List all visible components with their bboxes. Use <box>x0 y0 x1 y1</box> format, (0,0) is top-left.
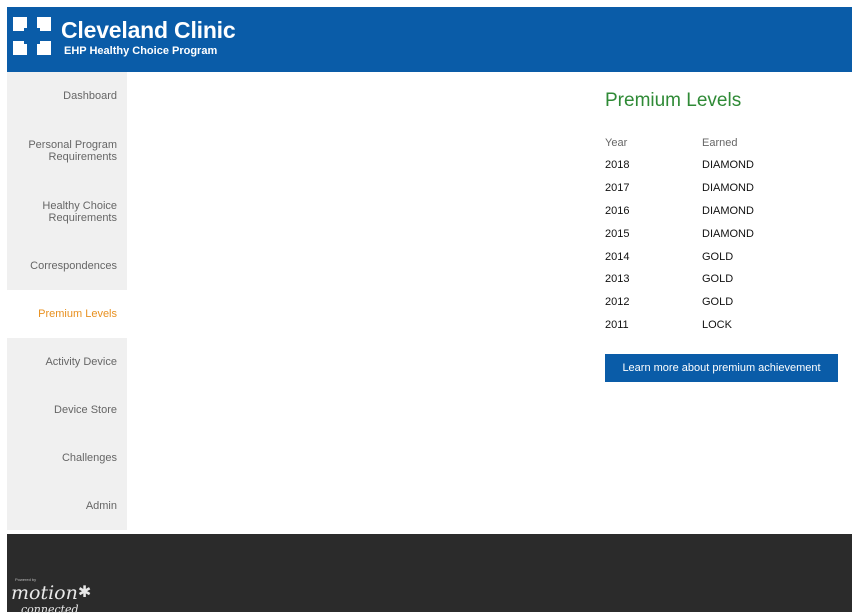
sidebar-item-label-line: Requirements <box>48 211 117 224</box>
motion-connected-logo[interactable]: motion✱ <box>11 582 91 604</box>
footer-logo-text: motion <box>11 582 78 604</box>
column-header-year: Year <box>605 137 628 149</box>
sidebar-item-label-line: Requirements <box>48 150 117 163</box>
brand-name[interactable]: Cleveland Clinic <box>61 17 236 44</box>
earned-cell: GOLD <box>702 296 734 309</box>
earned-cell: DIAMOND <box>702 159 754 172</box>
sidebar-item-admin[interactable]: Admin <box>7 482 127 530</box>
table-header-row: Year Earned <box>605 137 754 154</box>
earned-cell: GOLD <box>702 273 734 286</box>
sidebar-item-label-line: Healthy Choice <box>42 199 117 212</box>
site-footer: Powered by motion✱ connected <box>7 534 852 616</box>
table-row: 2012 GOLD <box>605 291 754 314</box>
earned-cell: DIAMOND <box>702 227 754 240</box>
sidebar-item-challenges[interactable]: Challenges <box>7 434 127 482</box>
sidebar-nav: Dashboard Personal Program Requirements … <box>7 72 127 530</box>
footer-logo-sub: connected <box>21 603 79 616</box>
table-row: 2014 GOLD <box>605 245 754 268</box>
cleveland-clinic-logo-icon <box>13 17 51 55</box>
sidebar-item-device-store[interactable]: Device Store <box>7 386 127 434</box>
table-row: 2017 DIAMOND <box>605 177 754 200</box>
sidebar-item-activity-device[interactable]: Activity Device <box>7 338 127 386</box>
column-header-earned: Earned <box>702 137 738 149</box>
sidebar-item-label: Activity Device <box>45 356 117 368</box>
table-row: 2018 DIAMOND <box>605 154 754 177</box>
sidebar-item-label: Challenges <box>61 452 117 464</box>
sidebar-item-label-line: Personal Program <box>28 138 117 151</box>
earned-cell: GOLD <box>702 250 734 263</box>
table-row: 2015 DIAMOND <box>605 222 754 245</box>
sidebar-item-label: Admin <box>85 500 117 512</box>
sidebar-item-label: Correspondences <box>30 260 117 272</box>
sidebar-item-label: Dashboard <box>63 90 117 102</box>
table-row: 2016 DIAMOND <box>605 200 754 223</box>
year-cell: 2018 <box>605 159 630 172</box>
site-header: Cleveland Clinic EHP Healthy Choice Prog… <box>7 7 852 72</box>
program-name: EHP Healthy Choice Program <box>64 45 218 57</box>
year-cell: 2012 <box>605 296 630 309</box>
year-cell: 2014 <box>605 250 630 263</box>
earned-cell: LOCK <box>702 318 732 331</box>
year-cell: 2013 <box>605 273 630 286</box>
sidebar-item-dashboard[interactable]: Dashboard <box>7 72 127 120</box>
year-cell: 2015 <box>605 227 630 240</box>
year-cell: 2017 <box>605 182 630 195</box>
year-cell: 2011 <box>605 318 629 331</box>
earned-cell: DIAMOND <box>702 204 754 217</box>
page-title: Premium Levels <box>605 90 742 111</box>
table-row: 2011 LOCK <box>605 314 754 337</box>
earned-cell: DIAMOND <box>702 182 754 195</box>
learn-more-button[interactable]: Learn more about premium achievement <box>605 354 838 382</box>
table-row: 2013 GOLD <box>605 268 754 291</box>
sidebar-item-label: Device Store <box>54 404 117 416</box>
sidebar-item-correspondences[interactable]: Correspondences <box>7 242 127 290</box>
sidebar-item-label: Premium Levels <box>38 308 117 320</box>
asterisk-star-icon: ✱ <box>77 582 92 601</box>
sidebar-item-healthy-choice-requirements[interactable]: Healthy Choice Requirements <box>7 181 127 242</box>
sidebar-item-premium-levels[interactable]: Premium Levels <box>7 290 127 338</box>
sidebar-item-personal-program-requirements[interactable]: Personal Program Requirements <box>7 120 127 181</box>
premium-levels-table: Year Earned 2018 DIAMOND 2017 DIAMOND 20… <box>605 137 754 336</box>
year-cell: 2016 <box>605 204 630 217</box>
